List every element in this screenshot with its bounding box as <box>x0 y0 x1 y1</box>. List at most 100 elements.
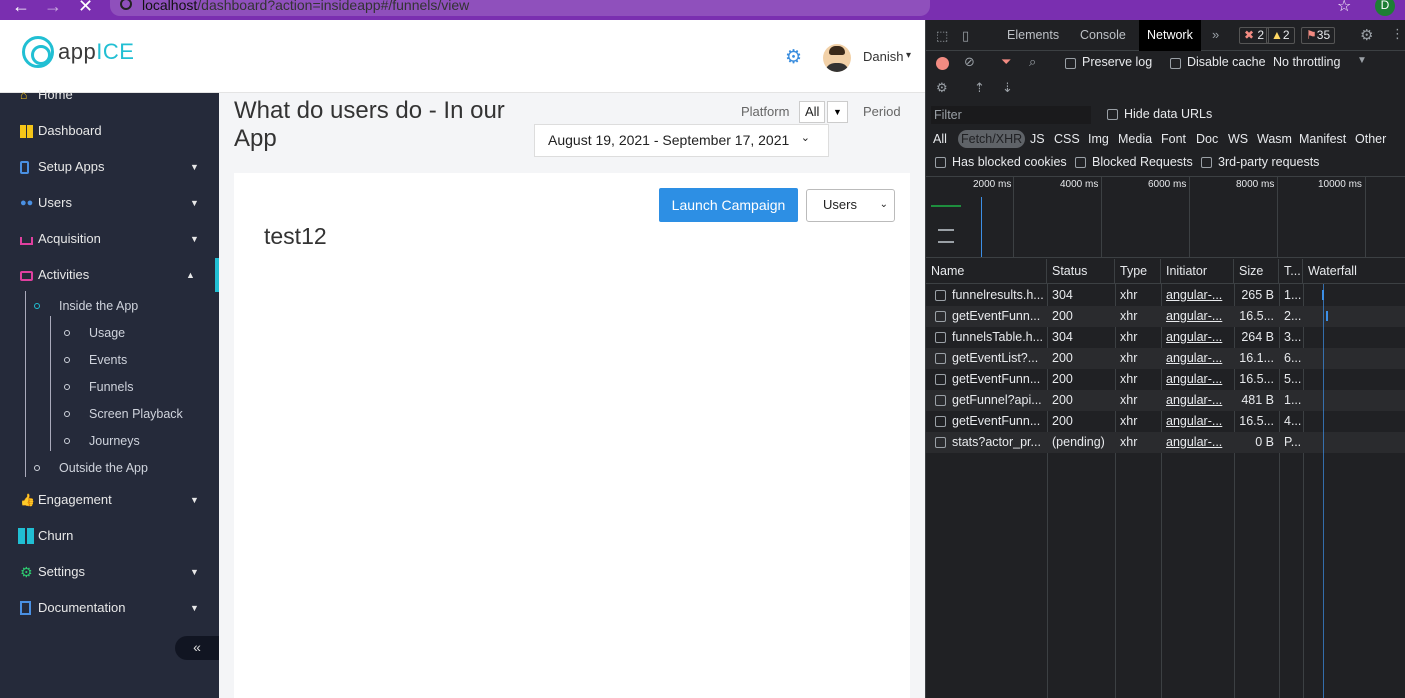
column-initiator[interactable]: Initiator <box>1161 259 1234 283</box>
devtools-menu-icon[interactable]: ⋮ <box>1391 26 1404 42</box>
forward-icon[interactable]: → <box>44 0 62 17</box>
record-icon[interactable] <box>936 57 949 70</box>
issues-badge[interactable]: ⚑35 <box>1301 27 1336 44</box>
launch-campaign-button[interactable]: Launch Campaign <box>659 188 798 222</box>
export-har-icon[interactable]: ⇣ <box>1002 80 1013 96</box>
platform-select[interactable]: All <box>799 101 826 123</box>
table-row[interactable]: funnelsTable.h... 304 xhr angular-... 264 B 3… <box>926 327 1405 348</box>
throttling-dropdown-icon[interactable]: ▼ <box>1357 55 1367 66</box>
table-row[interactable]: getEventFunn... 200 xhr angular-... 16.5... 4… <box>926 411 1405 432</box>
request-initiator[interactable]: angular-... <box>1161 306 1234 327</box>
table-row[interactable]: getFunnel?api... 200 xhr angular-... 481 B 1.… <box>926 390 1405 411</box>
sidebar-subitem-inside-the-app[interactable]: Inside the App <box>34 296 138 316</box>
request-initiator[interactable]: angular-... <box>1161 348 1234 369</box>
sidebar-item-home[interactable]: ⌂ Home <box>0 83 219 107</box>
filter-type-media[interactable]: Media <box>1118 130 1152 148</box>
request-initiator[interactable]: angular-... <box>1161 432 1234 453</box>
filter-type-other[interactable]: Other <box>1355 130 1386 148</box>
more-tabs-icon[interactable]: » <box>1212 27 1219 42</box>
filter-type-css[interactable]: CSS <box>1054 130 1080 148</box>
site-info-icon[interactable] <box>120 0 132 10</box>
filter-type-wasm[interactable]: Wasm <box>1257 130 1292 148</box>
preserve-log-checkbox[interactable] <box>1065 58 1076 69</box>
filter-type-font[interactable]: Font <box>1161 130 1186 148</box>
stop-icon[interactable]: ✕ <box>78 0 93 17</box>
bookmark-star-icon[interactable]: ☆ <box>1337 0 1351 16</box>
user-menu-caret-icon[interactable]: ▾ <box>906 50 911 61</box>
throttling-select[interactable]: No throttling <box>1273 55 1340 69</box>
errors-badge[interactable]: ✖ 2 <box>1239 27 1270 44</box>
network-overview[interactable]: 2000 ms 4000 ms 6000 ms 8000 ms 10000 ms <box>926 176 1405 258</box>
search-icon[interactable]: ⌕ <box>1029 54 1036 70</box>
sidebar-subitem-funnels[interactable]: Funnels <box>64 377 133 397</box>
sidebar-item-churn[interactable]: Churn <box>0 524 219 548</box>
network-conditions-icon[interactable]: ⚙ <box>936 80 948 96</box>
filter-type-doc[interactable]: Doc <box>1196 130 1218 148</box>
row-checkbox[interactable] <box>935 332 946 343</box>
tab-console[interactable]: Console <box>1072 20 1134 51</box>
disable-cache-checkbox[interactable] <box>1170 58 1181 69</box>
table-row[interactable]: getEventList?... 200 xhr angular-... 16.1...… <box>926 348 1405 369</box>
appice-logo[interactable]: appICE <box>22 36 142 70</box>
user-name[interactable]: Danish <box>863 49 903 64</box>
sidebar-subitem-events[interactable]: Events <box>64 350 127 370</box>
table-row[interactable]: getEventFunn... 200 xhr angular-... 16.5... 2… <box>926 306 1405 327</box>
filter-icon[interactable]: ⏷ <box>1001 54 1011 70</box>
filter-type-manifest[interactable]: Manifest <box>1299 130 1346 148</box>
sidebar-item-acquisition[interactable]: Acquisition ▼ <box>0 227 219 251</box>
tab-network[interactable]: Network <box>1139 20 1201 51</box>
sidebar-item-activities[interactable]: Activities ▲ <box>0 263 219 287</box>
column-status[interactable]: Status <box>1047 259 1115 283</box>
users-select[interactable]: Users ⌄ <box>806 189 895 222</box>
profile-avatar[interactable]: D <box>1375 0 1395 16</box>
sidebar-item-settings[interactable]: ⚙ Settings ▼ <box>0 560 219 584</box>
column-waterfall[interactable]: Waterfall <box>1303 259 1405 283</box>
request-initiator[interactable]: angular-... <box>1161 390 1234 411</box>
column-name[interactable]: Name <box>926 259 1047 283</box>
back-icon[interactable]: ← <box>12 0 30 17</box>
sidebar-subitem-outside-the-app[interactable]: Outside the App <box>34 458 148 478</box>
inspect-element-icon[interactable]: ⬚ <box>936 28 948 44</box>
user-avatar[interactable] <box>823 44 851 72</box>
filter-type-fetch-xhr[interactable]: Fetch/XHR <box>958 130 1026 148</box>
blocked-requests-checkbox[interactable] <box>1075 157 1086 168</box>
column-time[interactable]: T... <box>1279 259 1303 283</box>
collapse-sidebar-button[interactable]: « <box>175 636 219 660</box>
sidebar-item-dashboard[interactable]: Dashboard <box>0 119 219 143</box>
address-bar[interactable]: localhost/dashboard?action=insideapp#/fu… <box>110 0 930 16</box>
row-checkbox[interactable] <box>935 290 946 301</box>
tab-elements[interactable]: Elements <box>999 20 1067 51</box>
settings-gear-icon[interactable]: ⚙ <box>785 48 803 67</box>
filter-type-js[interactable]: JS <box>1030 130 1045 148</box>
row-checkbox[interactable] <box>935 437 946 448</box>
column-size[interactable]: Size <box>1234 259 1279 283</box>
row-checkbox[interactable] <box>935 374 946 385</box>
row-checkbox[interactable] <box>935 311 946 322</box>
table-row[interactable]: funnelresults.h... 304 xhr angular-... 265 B… <box>926 285 1405 306</box>
sidebar-item-setup-apps[interactable]: Setup Apps ▼ <box>0 155 219 179</box>
row-checkbox[interactable] <box>935 395 946 406</box>
has-blocked-cookies-checkbox[interactable] <box>935 157 946 168</box>
table-row[interactable]: stats?actor_pr... (pending) xhr angular-...… <box>926 432 1405 453</box>
request-initiator[interactable]: angular-... <box>1161 411 1234 432</box>
row-checkbox[interactable] <box>935 416 946 427</box>
table-row[interactable]: getEventFunn... 200 xhr angular-... 16.5... 5… <box>926 369 1405 390</box>
clear-icon[interactable]: ⊘ <box>964 54 975 70</box>
request-initiator[interactable]: angular-... <box>1161 369 1234 390</box>
sidebar-item-engagement[interactable]: 👍 Engagement ▼ <box>0 488 219 512</box>
devtools-settings-icon[interactable]: ⚙ <box>1360 26 1373 44</box>
filter-type-img[interactable]: Img <box>1088 130 1109 148</box>
filter-input[interactable]: Filter <box>931 106 1091 124</box>
third-party-requests-checkbox[interactable] <box>1201 157 1212 168</box>
request-initiator[interactable]: angular-... <box>1161 285 1234 306</box>
device-toolbar-icon[interactable]: ▯ <box>962 28 969 44</box>
sidebar-subitem-screen-playback[interactable]: Screen Playback <box>64 404 183 424</box>
row-checkbox[interactable] <box>935 353 946 364</box>
hide-data-urls-checkbox[interactable] <box>1107 109 1118 120</box>
sidebar-subitem-usage[interactable]: Usage <box>64 323 125 343</box>
sidebar-item-users[interactable]: ●● Users ▼ <box>0 191 219 215</box>
date-range-picker[interactable]: August 19, 2021 - September 17, 2021 ⌄ <box>534 124 829 157</box>
filter-type-ws[interactable]: WS <box>1228 130 1248 148</box>
platform-dropdown-icon[interactable]: ▼ <box>827 101 848 123</box>
import-har-icon[interactable]: ⇡ <box>974 80 985 96</box>
